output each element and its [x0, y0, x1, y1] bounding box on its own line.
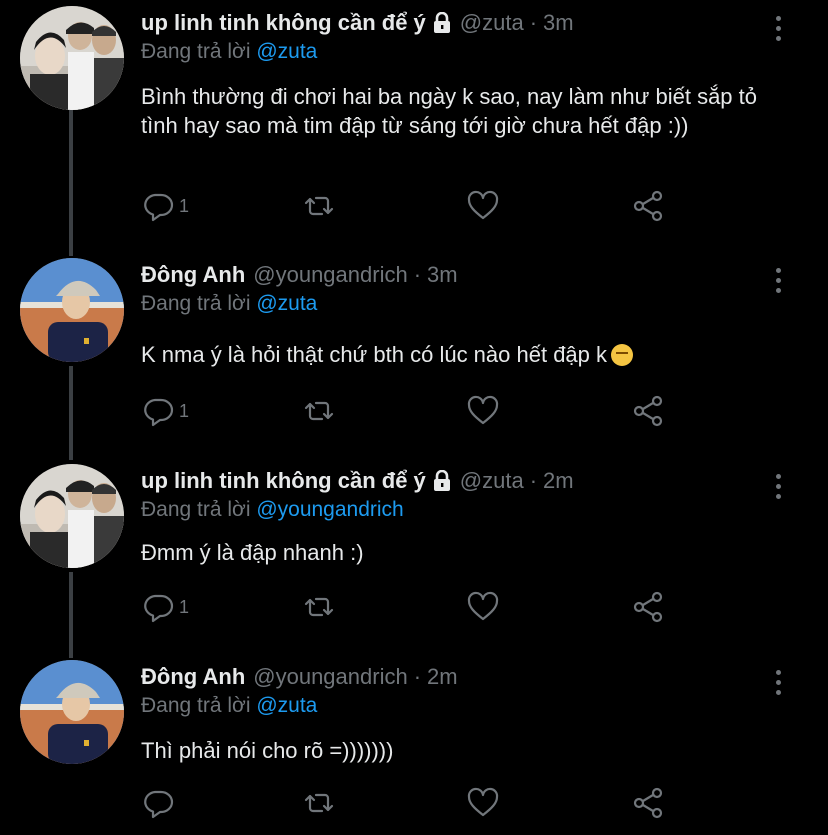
action-bar: 1 — [141, 189, 701, 225]
retweet-icon — [304, 597, 334, 617]
reply-icon — [144, 790, 174, 819]
share-button[interactable] — [631, 786, 665, 820]
tweet-header: Đông Anh @youngandrich · 2m — [141, 660, 458, 694]
replying-prefix: Đang trả lời — [141, 498, 251, 521]
replying-to: Đang trả lời @youngandrich — [141, 498, 404, 522]
retweet-icon — [304, 793, 334, 813]
replying-to: Đang trả lời @zuta — [141, 292, 317, 316]
more-icon[interactable] — [774, 16, 782, 41]
tweet-text: Đmm ý là đập nhanh :) — [141, 540, 364, 565]
like-button[interactable] — [466, 786, 500, 820]
share-button[interactable] — [631, 394, 665, 428]
display-name[interactable]: up linh tinh không cần để ý — [141, 468, 426, 494]
retweet-button[interactable] — [302, 189, 336, 223]
mention-link[interactable]: @youngandrich — [256, 498, 403, 521]
like-button[interactable] — [466, 189, 500, 223]
like-icon — [467, 787, 499, 817]
tweet[interactable]: Đông Anh @youngandrich · 3m Đang trả lời… — [0, 258, 828, 448]
reply-icon — [144, 193, 174, 222]
mention-link[interactable]: @zuta — [256, 694, 317, 717]
lock-icon — [433, 470, 450, 491]
timestamp[interactable]: 3m — [543, 10, 574, 36]
share-icon — [633, 591, 663, 623]
share-icon — [633, 190, 663, 222]
display-name[interactable]: up linh tinh không cần để ý — [141, 10, 426, 36]
tweet-text: Bình thường đi chơi hai ba ngày k sao, n… — [141, 84, 757, 138]
replying-to: Đang trả lời @zuta — [141, 694, 317, 718]
tweet[interactable]: up linh tinh không cần để ý @zuta · 3m Đ… — [0, 6, 828, 236]
avatar[interactable] — [20, 258, 124, 362]
reply-button[interactable]: 1 — [141, 590, 189, 624]
more-icon[interactable] — [774, 474, 782, 499]
tweet-text: K nma ý là hỏi thật chứ bth có lúc nào h… — [141, 342, 608, 367]
replying-prefix: Đang trả lời — [141, 40, 251, 63]
donganh-avatar-image — [20, 258, 124, 362]
like-icon — [467, 591, 499, 621]
reply-icon — [144, 398, 174, 427]
share-icon — [633, 395, 663, 427]
separator-dot: · — [413, 664, 422, 689]
replying-to: Đang trả lời @zuta — [141, 40, 317, 64]
timestamp[interactable]: 3m — [427, 262, 458, 288]
action-bar — [141, 786, 701, 822]
share-button[interactable] — [631, 189, 665, 223]
more-icon[interactable] — [774, 268, 782, 293]
like-icon — [467, 190, 499, 220]
reply-button[interactable]: 1 — [141, 394, 189, 428]
zuta-avatar-image — [20, 6, 124, 110]
username[interactable]: @zuta — [460, 10, 524, 36]
tweet-text: Thì phải nói cho rõ =))))))) — [141, 738, 394, 763]
donganh-avatar-image — [20, 660, 124, 764]
tweet-header: Đông Anh @youngandrich · 3m — [141, 258, 458, 292]
timestamp[interactable]: 2m — [427, 664, 458, 690]
replying-prefix: Đang trả lời — [141, 694, 251, 717]
retweet-icon — [304, 196, 334, 216]
retweet-button[interactable] — [302, 590, 336, 624]
separator-dot: · — [529, 10, 538, 35]
avatar[interactable] — [20, 660, 124, 764]
avatar[interactable] — [20, 464, 124, 568]
lock-icon — [433, 12, 450, 33]
shushing-face-emoji — [611, 344, 634, 366]
retweet-button[interactable] — [302, 786, 336, 820]
share-button[interactable] — [631, 590, 665, 624]
reply-count: 1 — [179, 596, 190, 617]
tweet[interactable]: up linh tinh không cần để ý @zuta · 2m Đ… — [0, 464, 828, 644]
username[interactable]: @zuta — [460, 468, 524, 494]
reply-button[interactable] — [141, 786, 179, 820]
like-icon — [467, 395, 499, 425]
username[interactable]: @youngandrich — [253, 262, 407, 288]
avatar[interactable] — [20, 6, 124, 110]
tweet-header: up linh tinh không cần để ý @zuta · 3m — [141, 6, 574, 40]
tweet-header: up linh tinh không cần để ý @zuta · 2m — [141, 464, 574, 498]
retweet-icon — [304, 401, 334, 421]
reply-button[interactable]: 1 — [141, 189, 189, 223]
zuta-avatar-image — [20, 464, 124, 568]
mention-link[interactable]: @zuta — [256, 292, 317, 315]
replying-prefix: Đang trả lời — [141, 292, 251, 315]
like-button[interactable] — [466, 394, 500, 428]
retweet-button[interactable] — [302, 394, 336, 428]
reply-count: 1 — [179, 400, 190, 421]
reply-icon — [144, 594, 174, 623]
reply-count: 1 — [179, 195, 190, 216]
tweet[interactable]: Đông Anh @youngandrich · 2m Đang trả lời… — [0, 660, 828, 832]
username[interactable]: @youngandrich — [253, 664, 407, 690]
separator-dot: · — [413, 262, 422, 287]
share-icon — [633, 787, 663, 819]
action-bar: 1 — [141, 394, 701, 430]
timestamp[interactable]: 2m — [543, 468, 574, 494]
mention-link[interactable]: @zuta — [256, 40, 317, 63]
more-icon[interactable] — [774, 670, 782, 695]
tweet-text-container: K nma ý là hỏi thật chứ bth có lúc nào h… — [141, 340, 771, 369]
separator-dot: · — [529, 468, 538, 493]
action-bar: 1 — [141, 590, 701, 626]
like-button[interactable] — [466, 590, 500, 624]
display-name[interactable]: Đông Anh — [141, 664, 245, 690]
display-name[interactable]: Đông Anh — [141, 262, 245, 288]
